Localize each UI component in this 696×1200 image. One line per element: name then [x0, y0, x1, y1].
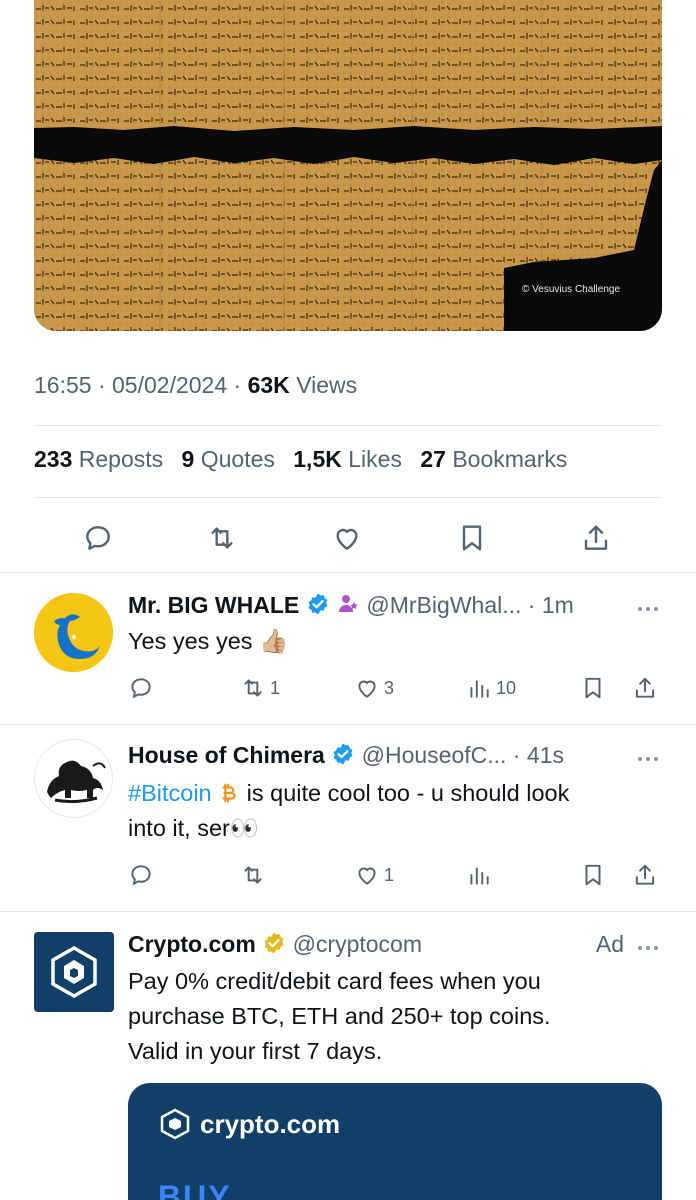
author-name[interactable]: House of Chimera: [128, 742, 325, 768]
media-credit: © Vesuvius Challenge: [522, 284, 620, 295]
tweet-media-image[interactable]: © Vesuvius Challenge: [34, 0, 662, 331]
bookmark-button[interactable]: [580, 861, 606, 889]
repost-icon: [244, 866, 262, 884]
author-handle[interactable]: @HouseofC...: [362, 742, 507, 768]
whale-logo-icon: [34, 593, 113, 672]
stat-likes[interactable]: 1,5K Likes: [293, 446, 402, 472]
reply-actions: 1 3 10: [0, 674, 696, 704]
reply-button[interactable]: [128, 861, 158, 889]
stat-quotes[interactable]: 9 Quotes: [182, 446, 275, 472]
verified-badge-icon: [308, 593, 328, 615]
ad-text: Pay 0% credit/debit card fees when you p…: [128, 968, 551, 1064]
ad-media-card[interactable]: crypto.com BUY: [128, 1083, 662, 1200]
views-label: Views: [296, 372, 358, 398]
affiliate-badge-icon: [339, 595, 358, 612]
ad-card-headline: BUY: [158, 1179, 232, 1200]
views-count: 10: [496, 677, 517, 698]
views-icon: [470, 680, 489, 698]
separator-dot: ·: [97, 372, 113, 398]
like-button[interactable]: 3: [354, 674, 394, 702]
tweet-timestamp-row: 16:55 · 05/02/2024 · 63K Views: [34, 372, 357, 399]
share-icon: [635, 864, 655, 885]
bookmark-icon: [585, 864, 601, 886]
stat-reposts[interactable]: 233 Reposts: [34, 446, 163, 472]
repost-button[interactable]: 1: [240, 674, 280, 702]
repost-icon[interactable]: [206, 522, 238, 554]
verified-badge-icon: [333, 743, 353, 765]
views-count: 63K: [247, 372, 290, 398]
like-count: 3: [384, 677, 395, 698]
ad-header: Crypto.com @cryptocom: [128, 931, 422, 958]
avatar[interactable]: [34, 739, 113, 818]
more-options-icon[interactable]: [636, 755, 660, 763]
avatar[interactable]: [34, 593, 113, 672]
tweet-time[interactable]: 16:55: [34, 372, 92, 398]
separator-dot: ·: [527, 592, 536, 618]
crypto-com-logo-icon: [160, 1108, 190, 1140]
views-icon: [470, 867, 489, 885]
share-icon[interactable]: [580, 522, 612, 554]
reply-tweet[interactable]: Mr. BIG WHALE @MrBigWhal... · 1m Yes yes…: [0, 572, 696, 724]
reply-text: #Bitcoin is quite cool too - u should lo…: [128, 780, 570, 841]
share-icon: [635, 677, 655, 698]
chimera-lion-logo-icon: [47, 760, 106, 804]
reply-header: Mr. BIG WHALE @MrBigWhal... · 1m: [128, 592, 574, 619]
bookmark-icon: [585, 677, 601, 699]
views-button[interactable]: [466, 861, 496, 889]
ad-label: Ad: [595, 931, 624, 957]
like-icon: [358, 680, 376, 698]
hashtag-link[interactable]: #Bitcoin: [128, 780, 212, 806]
bookmark-icon[interactable]: [456, 522, 488, 554]
repost-button[interactable]: [240, 861, 270, 889]
author-handle[interactable]: @MrBigWhal...: [366, 592, 521, 618]
tweet-stats-row: 233 Reposts 9 Quotes 1,5K Likes 27 Bookm…: [34, 446, 579, 473]
divider: [34, 497, 662, 498]
more-options-icon[interactable]: [636, 605, 660, 613]
papyrus-scroll-image: [34, 0, 662, 331]
reply-text: Yes yes yes 👍🏼: [128, 628, 289, 654]
reply-icon: [131, 865, 151, 886]
reply-header: House of Chimera @HouseofC... · 41s: [128, 742, 564, 769]
reply-time[interactable]: 41s: [527, 742, 564, 768]
share-button[interactable]: [632, 674, 658, 702]
reply-button[interactable]: [128, 674, 158, 702]
separator-dot: ·: [512, 742, 521, 768]
reply-time[interactable]: 1m: [542, 592, 574, 618]
repost-count: 1: [270, 677, 281, 698]
reply-tweet[interactable]: House of Chimera @HouseofC... · 41s #Bit…: [0, 724, 696, 911]
stat-bookmarks[interactable]: 27 Bookmarks: [420, 446, 567, 472]
bitcoin-icon: [222, 783, 236, 803]
like-button[interactable]: 1: [354, 861, 394, 889]
reply-icon: [131, 678, 151, 699]
ad-card-brand: crypto.com: [158, 1107, 340, 1141]
reply-actions: 1: [0, 861, 696, 891]
views-button[interactable]: 10: [466, 674, 516, 702]
crypto-com-logo-icon: [34, 932, 114, 1012]
gold-verified-badge-icon: [264, 932, 284, 954]
reply-icon[interactable]: [82, 522, 114, 554]
tweet-action-bar: [0, 518, 696, 558]
like-icon[interactable]: [331, 522, 363, 554]
avatar[interactable]: [34, 932, 114, 1012]
divider: [34, 425, 662, 426]
advertiser-handle[interactable]: @cryptocom: [293, 931, 422, 957]
share-button[interactable]: [632, 861, 658, 889]
advertiser-name[interactable]: Crypto.com: [128, 931, 256, 957]
tweet-date[interactable]: 05/02/2024: [112, 372, 227, 398]
repost-icon: [244, 679, 262, 697]
more-options-icon[interactable]: [636, 944, 660, 952]
like-count: 1: [384, 864, 395, 885]
author-name[interactable]: Mr. BIG WHALE: [128, 592, 299, 618]
separator-dot: ·: [233, 372, 248, 398]
like-icon: [358, 867, 376, 885]
bookmark-button[interactable]: [580, 674, 606, 702]
